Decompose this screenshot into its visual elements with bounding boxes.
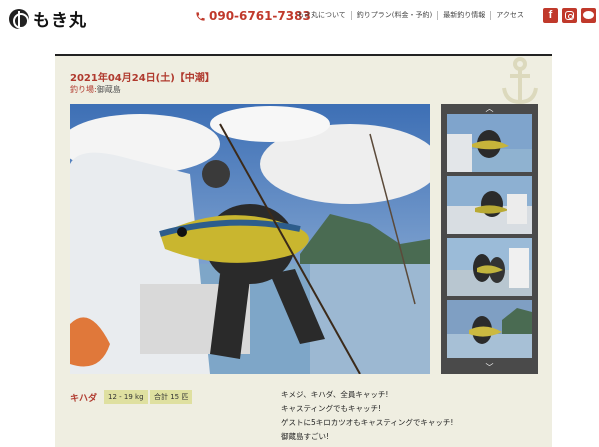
thumbnail-4[interactable] bbox=[447, 300, 532, 358]
report-date-title: 2021年04月24日(土)【中潮】 bbox=[70, 73, 215, 84]
spot-value: 御蔵島 bbox=[96, 85, 121, 94]
thumbnail-strip: ︿ ﹀ bbox=[441, 104, 538, 374]
comment-line: 御蔵島すごい! bbox=[281, 432, 330, 441]
report-comment: キメジ、キハダ、全員キャッチ! キャスティングでもキャッチ! ゲストに5キロカツ… bbox=[281, 388, 453, 444]
anchor-decoration-icon bbox=[502, 57, 538, 105]
facebook-icon[interactable]: f bbox=[543, 8, 558, 23]
social-links: f bbox=[543, 8, 596, 23]
thumbnail-1[interactable] bbox=[447, 114, 532, 172]
main-catch-photo[interactable] bbox=[70, 104, 430, 374]
phone-icon bbox=[196, 11, 205, 21]
instagram-icon[interactable] bbox=[562, 8, 577, 23]
nav-about[interactable]: もき丸について bbox=[297, 11, 351, 20]
fish-species: キハダ bbox=[70, 394, 98, 404]
logo-text: もき丸 bbox=[33, 11, 87, 31]
size-tag: 12 - 19 kg bbox=[104, 390, 148, 404]
phone-text: 090-6761-7383 bbox=[209, 9, 311, 23]
thumbnail-3[interactable] bbox=[447, 238, 532, 296]
comment-line: キメジ、キハダ、全員キャッチ! bbox=[281, 390, 389, 399]
total-tag: 合計 15 匹 bbox=[150, 390, 193, 404]
nav-latest-info[interactable]: 最新釣り情報 bbox=[437, 11, 490, 20]
nav-access[interactable]: アクセス bbox=[490, 11, 529, 20]
phone-number[interactable]: 090-6761-7383 bbox=[195, 9, 311, 23]
line-icon[interactable] bbox=[581, 8, 596, 23]
logo-emblem-icon bbox=[9, 8, 29, 29]
main-nav: もき丸について 釣りプラン(料金・予約) 最新釣り情報 アクセス bbox=[297, 11, 529, 20]
thumb-scroll-down-icon[interactable]: ﹀ bbox=[441, 363, 538, 373]
comment-line: キャスティングでもキャッチ! bbox=[281, 404, 382, 413]
spot-label: 釣り場: bbox=[70, 85, 97, 94]
thumbnail-2[interactable] bbox=[447, 176, 532, 234]
thumb-scroll-up-icon[interactable]: ︿ bbox=[441, 104, 538, 114]
fishing-spot: 釣り場:御蔵島 bbox=[70, 84, 121, 95]
site-header: もき丸 090-6761-7383 もき丸について 釣りプラン(料金・予約) 最… bbox=[0, 0, 599, 34]
nav-plans[interactable]: 釣りプラン(料金・予約) bbox=[350, 11, 437, 20]
comment-line: ゲストに5キロカツオもキャスティングでキャッチ! bbox=[281, 418, 454, 427]
site-logo[interactable]: もき丸 bbox=[9, 6, 87, 31]
